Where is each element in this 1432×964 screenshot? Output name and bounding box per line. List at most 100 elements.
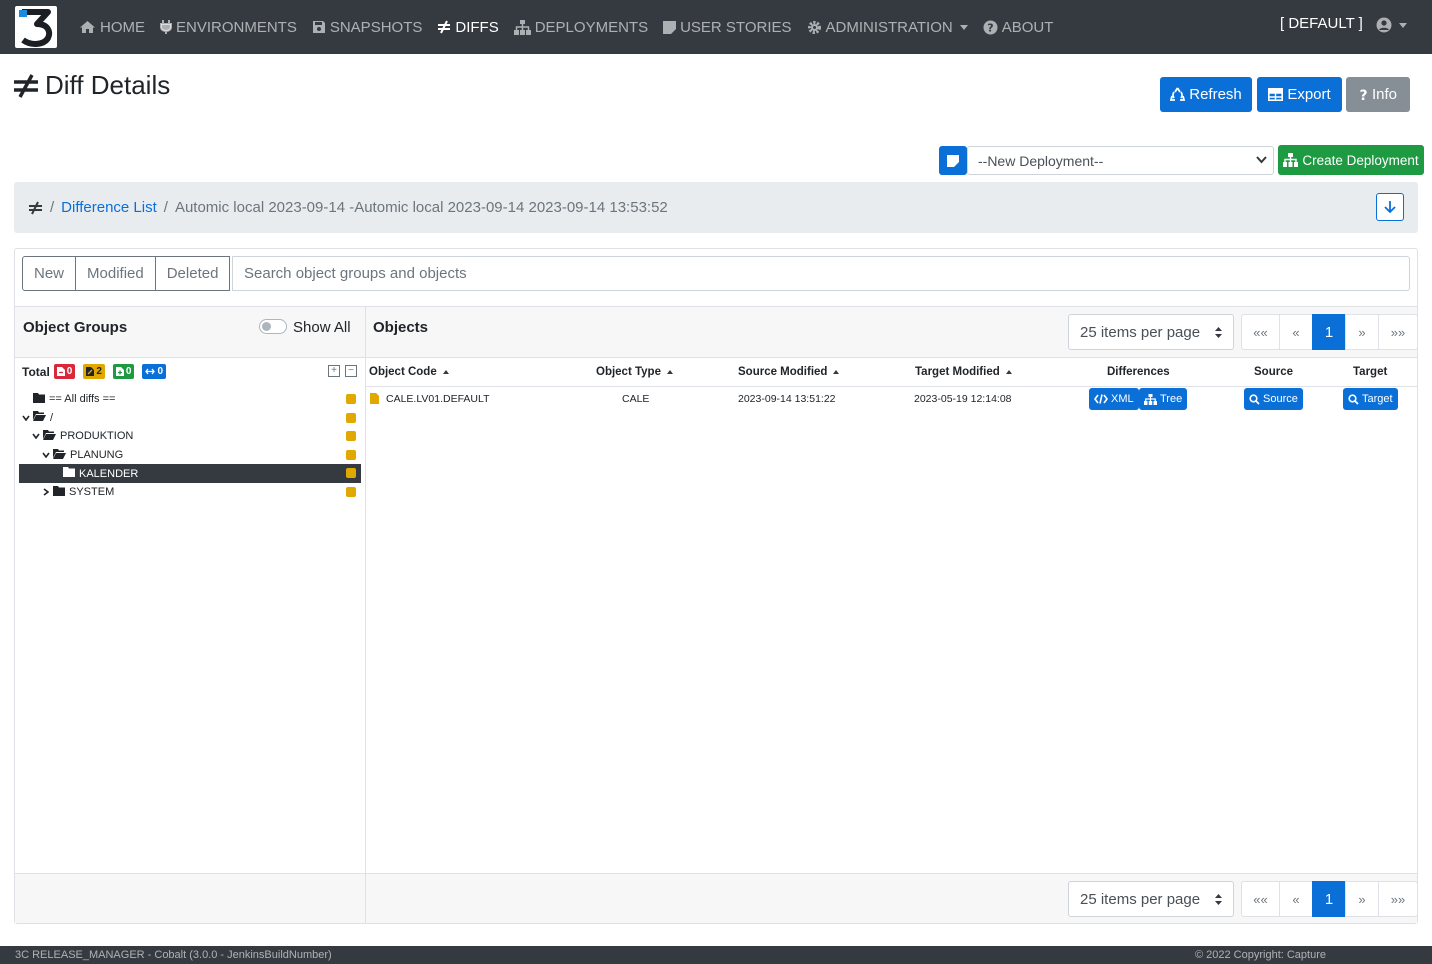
row-object-type: CALE (622, 393, 650, 405)
question-circle-icon: ? (983, 20, 998, 34)
not-equal-icon[interactable] (28, 201, 43, 215)
nav-user-stories[interactable]: USER STORIES (663, 18, 792, 36)
total-row: Total 0 2 0 0 (22, 364, 167, 379)
filter-modified-button[interactable]: Modified (75, 256, 156, 291)
nav-about[interactable]: ? ABOUT (983, 18, 1054, 36)
download-button[interactable] (1376, 193, 1404, 221)
page-last-button[interactable]: »» (1378, 314, 1418, 350)
tree-node[interactable]: PLANUNG (19, 446, 361, 465)
view-target-label: Target (1362, 393, 1393, 405)
col-target-modified-label: Target Modified (915, 366, 1000, 378)
page-next-button[interactable]: » (1345, 881, 1379, 917)
environment-label[interactable]: [ DEFAULT ] (1280, 15, 1363, 32)
user-story-button[interactable] (939, 146, 967, 175)
nav-environments[interactable]: ENVIRONMENTS (160, 19, 297, 36)
xml-diff-label: XML (1111, 393, 1134, 405)
filter-deleted-button[interactable]: Deleted (154, 256, 231, 291)
tree-node[interactable]: PRODUKTION (19, 427, 361, 446)
nav-about-label: ABOUT (1001, 18, 1054, 36)
modified-file-icon (346, 468, 356, 479)
nav-deployments[interactable]: DEPLOYMENTS (513, 18, 649, 36)
file-modified-icon (370, 393, 379, 404)
nav-user-stories-label: USER STORIES (680, 18, 792, 36)
object-groups-title: Object Groups (23, 319, 128, 336)
footer-copyright: © 2022 Copyright: Capture (1194, 949, 1326, 961)
page-next-button[interactable]: » (1345, 314, 1379, 350)
chevron-down-icon[interactable] (41, 452, 51, 459)
export-button[interactable]: Export (1257, 77, 1342, 112)
page-first-button[interactable]: «« (1241, 314, 1280, 350)
user-menu[interactable] (1376, 17, 1407, 33)
filter-new-button[interactable]: New (22, 256, 77, 291)
tree-node[interactable]: KALENDER (19, 464, 361, 483)
pagination-bottom: «« « 1 » »» (1241, 881, 1418, 917)
xml-diff-button[interactable]: XML (1089, 388, 1139, 410)
new-count-badge: 0 (112, 364, 135, 379)
plug-icon (160, 20, 172, 34)
col-target-modified[interactable]: Target Modified (915, 366, 1012, 378)
col-object-code[interactable]: Object Code (369, 366, 449, 378)
items-per-page-value: 25 items per page (1080, 323, 1201, 341)
breadcrumb-difference-list[interactable]: Difference List (61, 199, 157, 216)
object-groups-footer (15, 873, 365, 923)
page-current-button[interactable]: 1 (1312, 314, 1346, 350)
search-input[interactable]: Search object groups and objects (232, 256, 1410, 291)
page-first-button[interactable]: «« (1241, 881, 1280, 917)
sticky-note-icon (947, 154, 959, 167)
nav-deployments-label: DEPLOYMENTS (534, 18, 649, 36)
page-current-button[interactable]: 1 (1312, 881, 1346, 917)
items-per-page-select[interactable]: 25 items per page (1068, 314, 1234, 350)
sitemap-icon (1283, 153, 1299, 167)
chevron-down-icon[interactable] (31, 433, 41, 440)
collapse-all-icon[interactable]: − (345, 365, 357, 377)
col-differences-label: Differences (1107, 366, 1170, 378)
gear-icon (807, 20, 821, 34)
chevron-right-icon[interactable] (41, 488, 51, 496)
home-icon (80, 21, 95, 33)
search-icon (1348, 393, 1359, 405)
view-source-button[interactable]: Source (1244, 388, 1303, 410)
page-prev-button[interactable]: « (1279, 881, 1313, 917)
create-deployment-button[interactable]: Create Deployment (1278, 145, 1424, 175)
tree-node[interactable]: == All diffs == (19, 390, 361, 409)
svg-text:?: ? (987, 21, 993, 34)
svg-text:?: ? (1359, 88, 1367, 102)
nav-snapshots[interactable]: SNAPSHOTS (312, 19, 422, 36)
items-per-page-value: 25 items per page (1080, 890, 1201, 908)
pane-divider (365, 306, 366, 924)
expand-all-icon[interactable]: + (328, 365, 340, 377)
total-label: Total (22, 364, 50, 379)
sort-arrows-icon (1215, 894, 1222, 905)
tree-node-label: PLANUNG (70, 449, 124, 462)
page-last-button[interactable]: »» (1378, 881, 1418, 917)
app-logo[interactable] (15, 6, 57, 48)
sticky-note-icon (663, 20, 677, 34)
nav-administration[interactable]: ADMINISTRATION (807, 19, 968, 36)
breadcrumb-separator: / (163, 199, 168, 216)
filter-buttons: New Modified Deleted (22, 256, 231, 291)
modified-file-icon (346, 449, 356, 460)
page-title-text: Diff Details (45, 70, 171, 100)
col-object-type[interactable]: Object Type (596, 366, 673, 378)
new-count: 0 (125, 366, 132, 377)
chevron-down-icon[interactable] (21, 415, 31, 421)
nav-home[interactable]: HOME (79, 19, 145, 36)
col-source-modified[interactable]: Source Modified (738, 366, 840, 378)
info-button[interactable]: ? Info (1346, 77, 1410, 112)
items-per-page-select-bottom[interactable]: 25 items per page (1068, 881, 1234, 917)
export-label: Export (1287, 86, 1331, 103)
refresh-button[interactable]: Refresh (1160, 77, 1252, 112)
page-footer: 3C RELEASE_MANAGER - Cobalt (3.0.0 - Jen… (0, 946, 1432, 964)
breadcrumb-separator: / (50, 199, 55, 216)
folder-open-icon (43, 429, 56, 443)
view-target-button[interactable]: Target (1343, 388, 1398, 410)
row-object-code[interactable]: CALE.LV01.DEFAULT (386, 393, 490, 405)
tree-diff-button[interactable]: Tree (1139, 388, 1188, 410)
tree-node[interactable]: SYSTEM (19, 483, 361, 502)
show-all-toggle[interactable] (259, 319, 287, 334)
arrow-down-icon (1384, 201, 1396, 214)
tree-node[interactable]: / (19, 409, 361, 428)
nav-diffs[interactable]: DIFFS (437, 19, 499, 36)
deployment-select[interactable]: --New Deployment-- (967, 146, 1274, 175)
page-prev-button[interactable]: « (1279, 314, 1313, 350)
